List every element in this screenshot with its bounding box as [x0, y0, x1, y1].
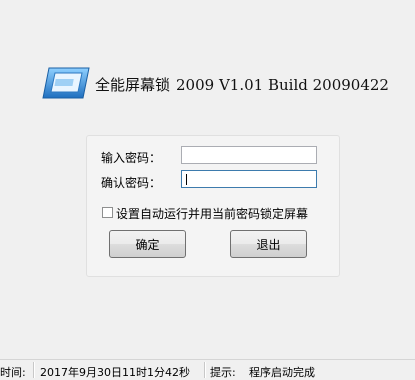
version-text: 2009 V1.01 Build 20090422: [176, 76, 389, 94]
screen-monitor-icon: [42, 67, 90, 99]
ok-button[interactable]: 确定: [109, 230, 186, 258]
app-title: 全能屏幕锁 2009 V1.01 Build 20090422: [95, 74, 389, 95]
status-time-value: 2017年9月30日11时1分42秒: [40, 366, 190, 379]
password-input[interactable]: [181, 146, 317, 164]
confirm-password-label: 确认密码：: [101, 176, 162, 190]
text-caret: [186, 174, 187, 185]
status-hint-label: 提示:: [210, 366, 236, 379]
confirm-password-input[interactable]: [181, 170, 317, 188]
status-divider: [204, 362, 206, 378]
exit-button[interactable]: 退出: [230, 230, 307, 258]
password-label: 输入密码：: [101, 151, 162, 165]
status-divider: [33, 362, 35, 378]
auto-run-checkbox[interactable]: [102, 207, 113, 218]
app-name: 全能屏幕锁: [95, 76, 171, 94]
status-bar: 时间: 2017年9月30日11时1分42秒 提示: 程序启动完成: [0, 359, 415, 379]
auto-run-checkbox-label[interactable]: 设置自动运行并用当前密码锁定屏幕: [116, 205, 308, 222]
status-time-label: 时间:: [0, 366, 26, 379]
status-hint-value: 程序启动完成: [249, 366, 315, 379]
